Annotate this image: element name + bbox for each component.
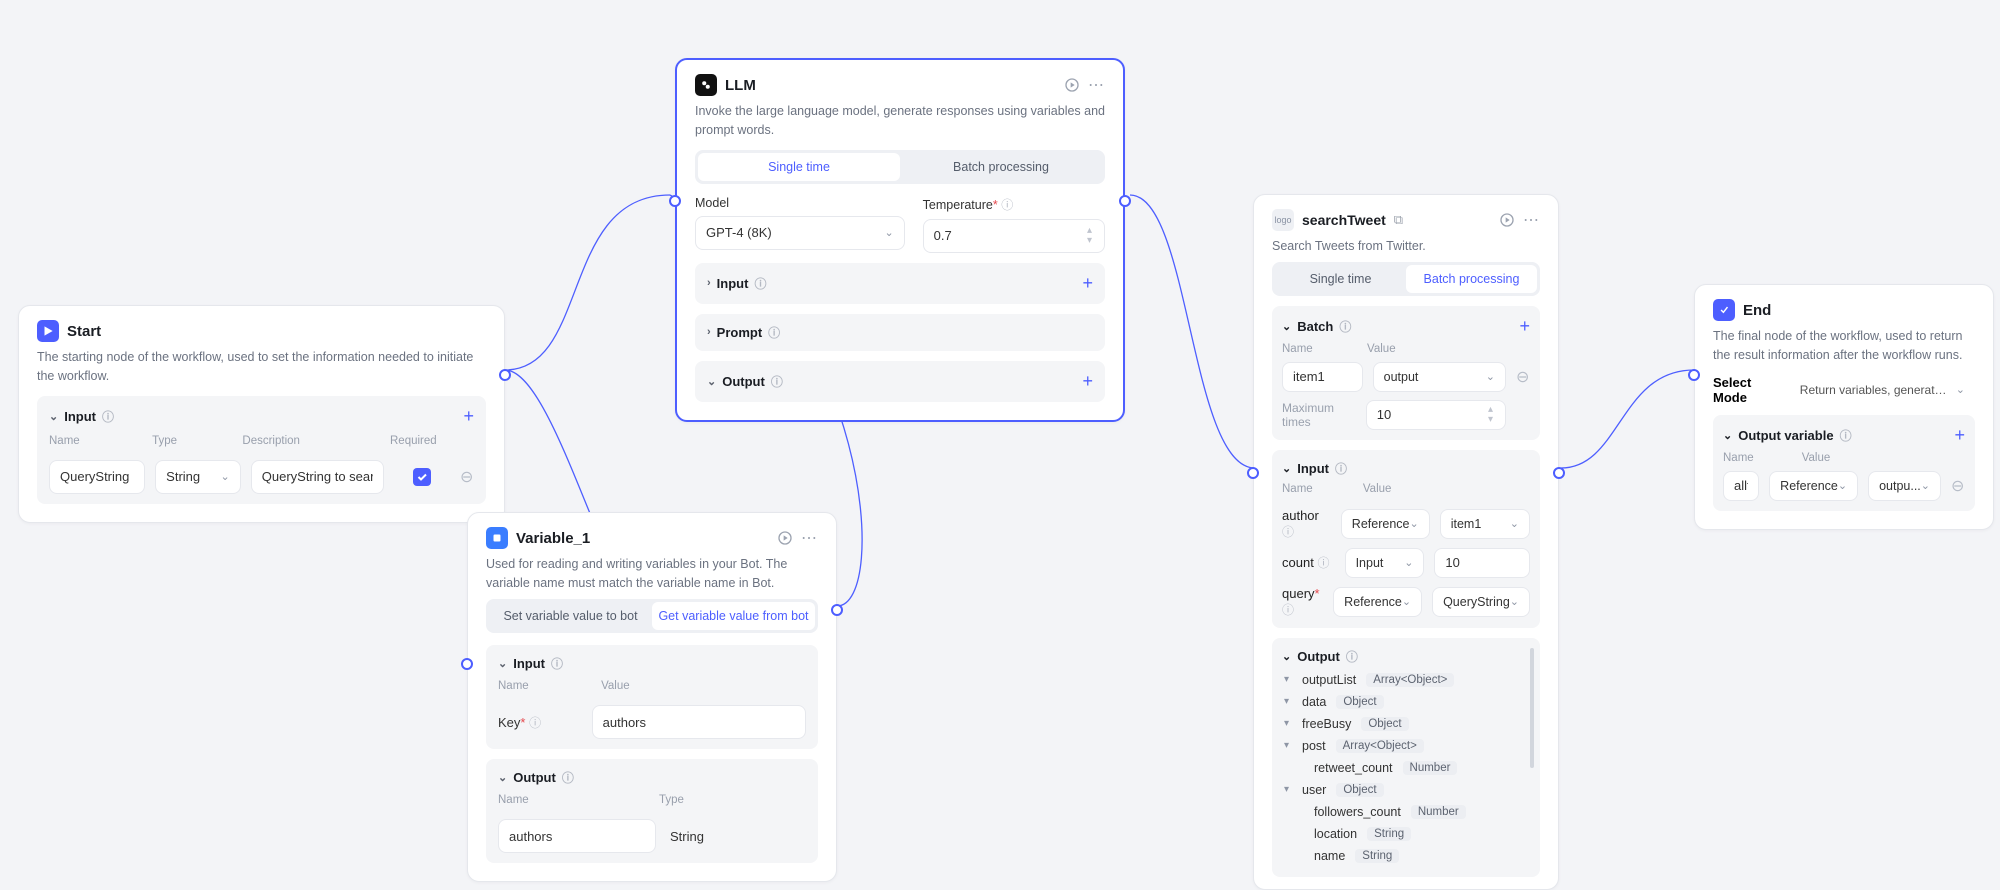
help-icon: ⓘ [754,275,766,292]
tab-single-time[interactable]: Single time [1275,265,1406,293]
output-port[interactable] [1119,195,1131,207]
node-title: Start [67,323,101,340]
node-llm[interactable]: LLM ⋯ Invoke the large language model, g… [675,58,1125,422]
start-icon [37,320,59,342]
tab-get-variable[interactable]: Get variable value from bot [652,602,815,630]
section-input: ⌄ Input ⓘ + Name Type Description Requir… [37,396,486,504]
node-start[interactable]: Start The starting node of the workflow,… [18,305,505,523]
add-output-var-button[interactable]: + [1954,425,1965,446]
node-desc: The final node of the workflow, used to … [1713,327,1975,365]
node-end[interactable]: End The final node of the workflow, used… [1694,284,1994,530]
input-desc-field[interactable] [251,460,384,494]
add-input-button[interactable]: + [463,406,474,427]
node-variable[interactable]: Variable_1 ⋯ Used for reading and writin… [467,512,837,882]
output-port[interactable] [831,604,843,616]
more-menu-button[interactable]: ⋯ [800,529,818,547]
more-menu-button[interactable]: ⋯ [1522,211,1540,229]
model-select[interactable]: GPT-4 (8K)⌄ [695,216,905,250]
node-desc: Search Tweets from Twitter. [1272,237,1540,256]
remove-row-button[interactable]: ⊖ [460,467,474,487]
add-llm-input-button[interactable]: + [1082,273,1093,294]
output-port[interactable] [499,369,511,381]
input-port[interactable] [669,195,681,207]
output-name-input[interactable] [498,819,656,853]
node-title: searchTweet [1302,212,1386,228]
type-select[interactable]: Reference⌄ [1333,587,1422,617]
variable-key-input[interactable] [592,705,806,739]
help-icon: ⓘ [1001,198,1013,212]
batch-value-select[interactable]: output⌄ [1373,362,1506,392]
variable-icon [486,527,508,549]
run-node-button[interactable] [1063,76,1081,94]
copy-icon[interactable]: ⧉ [1394,212,1403,228]
node-title: End [1743,302,1771,319]
node-title: Variable_1 [516,530,590,547]
temperature-input[interactable] [923,219,1105,253]
input-port[interactable] [1688,369,1700,381]
value-input[interactable] [1434,548,1530,578]
required-checkbox[interactable] [413,468,431,486]
node-search-tweet[interactable]: logo searchTweet ⧉ ⋯ Search Tweets from … [1253,194,1559,890]
mode-segment: Single time Batch processing [695,150,1105,184]
outvar-type-select[interactable]: Reference⌄ [1769,471,1858,501]
tab-batch[interactable]: Batch processing [900,153,1102,181]
end-icon [1713,299,1735,321]
input-row-author: author ⓘ Reference⌄ item1⌄ [1282,508,1530,540]
mode-select[interactable]: Return variables, generated by the ...⌄ [1790,375,1975,405]
value-select[interactable]: item1⌄ [1440,509,1530,539]
input-port[interactable] [1247,467,1259,479]
input-row-query: query* ⓘ Reference⌄ QueryString⌄ [1282,586,1530,618]
add-batch-button[interactable]: + [1519,316,1530,337]
mode-segment: Single time Batch processing [1272,262,1540,296]
variable-mode-segment: Set variable value to bot Get variable v… [486,599,818,633]
type-select[interactable]: Input⌄ [1345,548,1425,578]
help-icon: ⓘ [551,655,563,672]
batch-name-input[interactable] [1282,362,1363,392]
node-desc: Used for reading and writing variables i… [486,555,818,589]
remove-batch-button[interactable]: ⊖ [1516,367,1530,387]
tab-single-time[interactable]: Single time [698,153,900,181]
input-name-field[interactable] [49,460,145,494]
node-title: LLM [725,77,756,94]
output-port[interactable] [1553,467,1565,479]
node-desc: Invoke the large language model, generat… [695,102,1105,140]
help-icon: ⓘ [562,769,574,786]
add-llm-output-button[interactable]: + [1082,371,1093,392]
input-row-count: count ⓘ Input⌄ [1282,548,1530,578]
help-icon: ⓘ [768,324,780,341]
logo-placeholder-icon: logo [1272,209,1294,231]
value-select[interactable]: QueryString⌄ [1432,587,1530,617]
brain-icon [699,78,713,92]
run-node-button[interactable] [1498,211,1516,229]
node-desc: The starting node of the workflow, used … [37,348,486,386]
outvar-name-input[interactable] [1723,471,1759,501]
run-node-button[interactable] [776,529,794,547]
tab-batch[interactable]: Batch processing [1406,265,1537,293]
type-select[interactable]: Reference⌄ [1341,509,1430,539]
help-icon: ⓘ [102,408,114,425]
scrollbar-thumb[interactable] [1530,648,1534,768]
temperature-stepper[interactable]: ▴▾ [1083,226,1096,246]
help-icon: ⓘ [529,716,541,730]
help-icon: ⓘ [771,373,783,390]
max-stepper[interactable]: ▴▾ [1484,405,1497,425]
tab-set-variable[interactable]: Set variable value to bot [489,602,652,630]
more-menu-button[interactable]: ⋯ [1087,76,1105,94]
outvar-value-select[interactable]: outpu...⌄ [1868,471,1941,501]
remove-outvar-button[interactable]: ⊖ [1951,476,1965,496]
input-port[interactable] [461,658,473,670]
input-type-select[interactable]: String⌄ [155,460,241,494]
